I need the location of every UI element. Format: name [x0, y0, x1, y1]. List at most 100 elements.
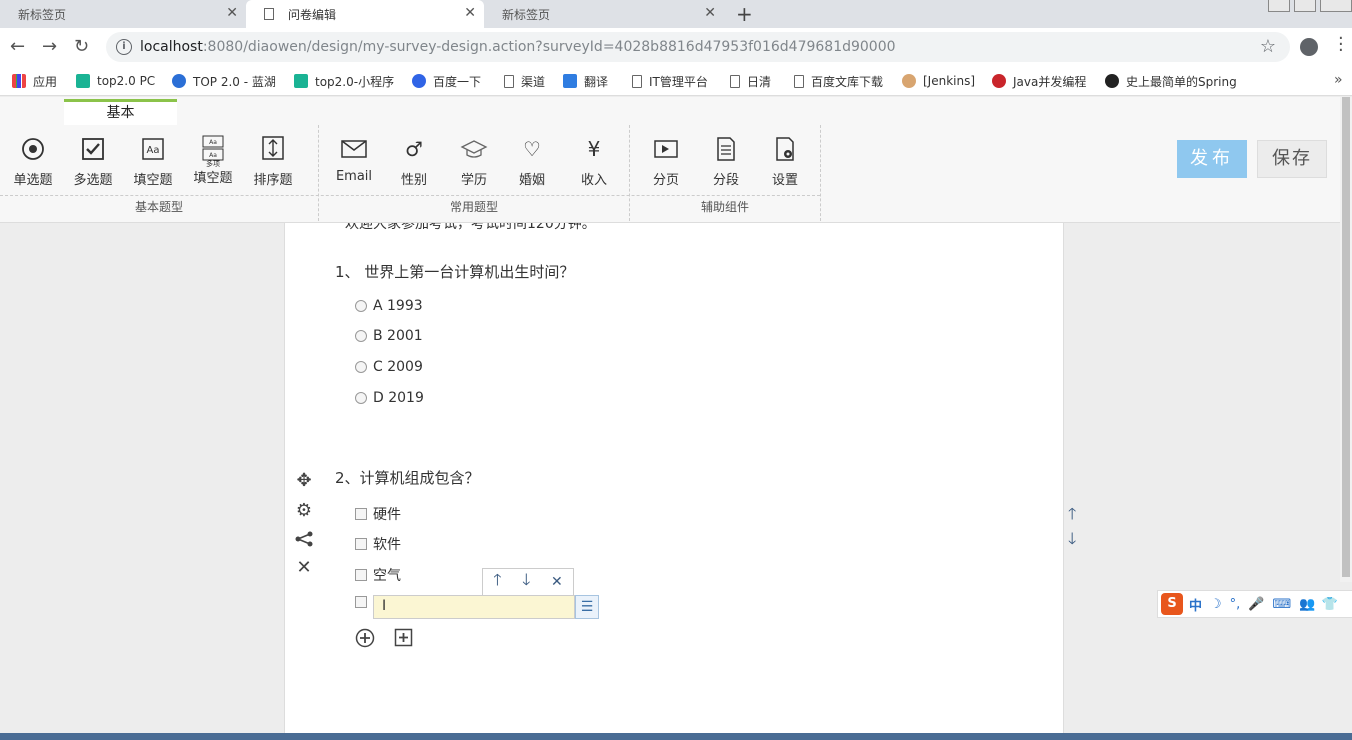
- gear-icon[interactable]: ⚙: [294, 500, 314, 521]
- forward-arrow-icon[interactable]: →: [42, 36, 57, 57]
- radio-button[interactable]: [355, 392, 367, 404]
- marriage-question-button[interactable]: ♡ 婚姻: [502, 135, 562, 188]
- question-2-title[interactable]: 2、计算机组成包含？: [335, 467, 480, 488]
- window-close-icon[interactable]: [1320, 0, 1352, 12]
- multi-fill-blank-button[interactable]: Aa Aa 多项 填空题: [183, 135, 243, 186]
- bookmark-channel[interactable]: 渠道: [504, 66, 545, 96]
- multi-choice-button[interactable]: 多选题: [63, 135, 123, 188]
- tool-label: 婚姻: [518, 173, 545, 188]
- education-question-button[interactable]: 学历: [444, 135, 504, 188]
- email-question-button[interactable]: Email: [324, 135, 384, 184]
- bookmark-spring[interactable]: 史上最简单的Spring: [1105, 66, 1237, 96]
- survey-intro[interactable]: 欢迎大家参加考试，考试时间120分钟。: [345, 223, 596, 233]
- site-info-icon[interactable]: i: [116, 39, 132, 55]
- radio-button[interactable]: [355, 300, 367, 312]
- publish-button[interactable]: 发布: [1177, 140, 1247, 178]
- minimize-icon[interactable]: [1268, 0, 1290, 12]
- browser-tab-strip: 新标签页 ✕ 问卷编辑 ✕ 新标签页 ✕ +: [0, 0, 1352, 28]
- green-play-icon: [76, 74, 90, 88]
- browser-tab-survey-edit[interactable]: 问卷编辑 ✕: [246, 0, 484, 28]
- bookmark-label: 百度文库下载: [811, 74, 884, 89]
- option-list-icon[interactable]: ☰: [575, 595, 599, 619]
- bookmark-java-concurrency[interactable]: Java并发编程: [992, 66, 1086, 96]
- question-2-option-new[interactable]: [355, 596, 373, 608]
- save-button[interactable]: 保存: [1257, 140, 1327, 178]
- fill-blank-button[interactable]: Aa 填空题: [123, 135, 183, 188]
- browser-menu-icon[interactable]: · · ·: [1338, 30, 1344, 60]
- bookmark-it-platform[interactable]: IT管理平台: [632, 66, 708, 96]
- ime-mode-label[interactable]: 中: [1189, 595, 1202, 614]
- question-1-option-d[interactable]: D 2019: [355, 390, 424, 406]
- back-arrow-icon[interactable]: ←: [10, 36, 25, 57]
- radio-button[interactable]: [355, 330, 367, 342]
- maximize-icon[interactable]: [1294, 0, 1316, 12]
- reload-icon[interactable]: ↻: [74, 36, 89, 57]
- radio-button[interactable]: [355, 361, 367, 373]
- checkbox[interactable]: [355, 596, 367, 608]
- bookmark-apps[interactable]: 应用: [12, 66, 57, 96]
- option-text-input[interactable]: I: [373, 595, 575, 619]
- income-question-button[interactable]: ¥ 收入: [564, 135, 624, 188]
- svg-text:Aa: Aa: [209, 152, 217, 159]
- section-button[interactable]: 分段: [696, 135, 756, 188]
- move-down-arrow-icon[interactable]: 🡓: [522, 569, 530, 596]
- checkbox[interactable]: [355, 569, 367, 581]
- bookmark-star-icon[interactable]: ☆: [1260, 36, 1276, 57]
- keyboard-icon[interactable]: ⌨: [1273, 597, 1292, 612]
- question-1-option-a[interactable]: A 1993: [355, 298, 423, 314]
- profile-avatar-icon[interactable]: [1300, 38, 1318, 56]
- settings-button[interactable]: 设置: [755, 135, 815, 188]
- tab-basic[interactable]: 基本: [64, 99, 177, 125]
- bookmark-top2-pc[interactable]: top2.0 PC: [76, 66, 155, 96]
- move-arrows-icon[interactable]: ✥: [294, 470, 314, 491]
- batch-add-option-icon[interactable]: [394, 628, 414, 653]
- move-up-arrow-icon[interactable]: 🡑: [493, 569, 501, 596]
- delete-question-icon[interactable]: ✕: [294, 557, 314, 578]
- scrollbar-thumb[interactable]: [1342, 97, 1350, 577]
- question-2-option-air[interactable]: 空气: [355, 565, 401, 585]
- close-tab-icon[interactable]: ✕: [464, 5, 476, 21]
- question-1-title[interactable]: 1、 世界上第一台计算机出生时间？: [335, 261, 574, 282]
- sort-question-button[interactable]: 排序题: [243, 135, 303, 188]
- user-icon[interactable]: 👥: [1299, 597, 1315, 612]
- bookmark-riqing[interactable]: 日清: [730, 66, 771, 96]
- browser-tab-newtab-2[interactable]: 新标签页 ✕: [484, 0, 724, 28]
- checkbox[interactable]: [355, 538, 367, 550]
- close-tab-icon[interactable]: ✕: [704, 5, 716, 21]
- browser-tab-newtab-1[interactable]: 新标签页 ✕: [0, 0, 246, 28]
- bookmark-wenku[interactable]: 百度文库下载: [794, 66, 883, 96]
- page-scrollbar[interactable]: [1340, 97, 1352, 582]
- new-tab-icon[interactable]: +: [736, 2, 753, 26]
- single-choice-button[interactable]: 单选题: [3, 135, 63, 188]
- gender-question-button[interactable]: ♂ 性别: [384, 135, 444, 188]
- question-2-option-hardware[interactable]: 硬件: [355, 504, 401, 524]
- option-label: C 2009: [373, 359, 423, 375]
- question-move-up-icon[interactable]: 🡑: [1068, 503, 1076, 530]
- bookmark-jenkins[interactable]: [Jenkins]: [902, 66, 975, 96]
- bookmark-translate[interactable]: 翻译: [563, 66, 608, 96]
- bookmark-top2-miniprogram[interactable]: top2.0-小程序: [294, 66, 394, 96]
- checkbox[interactable]: [355, 508, 367, 520]
- ime-toolbar[interactable]: S 中 ☽ °, 🎤 ⌨ 👥 👕: [1157, 590, 1352, 618]
- question-2-option-software[interactable]: 软件: [355, 534, 401, 554]
- tool-label: 排序题: [253, 173, 293, 188]
- bookmark-label: 渠道: [521, 74, 546, 89]
- question-1-option-b[interactable]: B 2001: [355, 328, 423, 344]
- skin-shirt-icon[interactable]: 👕: [1321, 597, 1337, 612]
- add-option-icon[interactable]: [355, 628, 375, 653]
- moon-icon[interactable]: ☽: [1210, 597, 1222, 612]
- question-1-option-c[interactable]: C 2009: [355, 359, 423, 375]
- bookmark-baidu[interactable]: 百度一下: [412, 66, 481, 96]
- microphone-icon[interactable]: 🎤: [1248, 597, 1264, 612]
- page-break-button[interactable]: 分页: [636, 135, 696, 188]
- close-icon[interactable]: ✕: [551, 574, 563, 590]
- bookmark-label: 日清: [747, 74, 772, 89]
- address-bar[interactable]: i localhost:8080/diaowen/design/my-surve…: [106, 32, 1290, 62]
- tool-label: 性别: [400, 173, 427, 188]
- logic-share-icon[interactable]: [294, 531, 314, 552]
- bookmark-lanhu[interactable]: TOP 2.0 - 蓝湖: [172, 66, 276, 96]
- question-move-down-icon[interactable]: 🡓: [1068, 528, 1076, 555]
- more-bookmarks-icon[interactable]: »: [1334, 72, 1343, 88]
- punctuation-icon[interactable]: °,: [1230, 597, 1241, 612]
- close-tab-icon[interactable]: ✕: [226, 5, 238, 21]
